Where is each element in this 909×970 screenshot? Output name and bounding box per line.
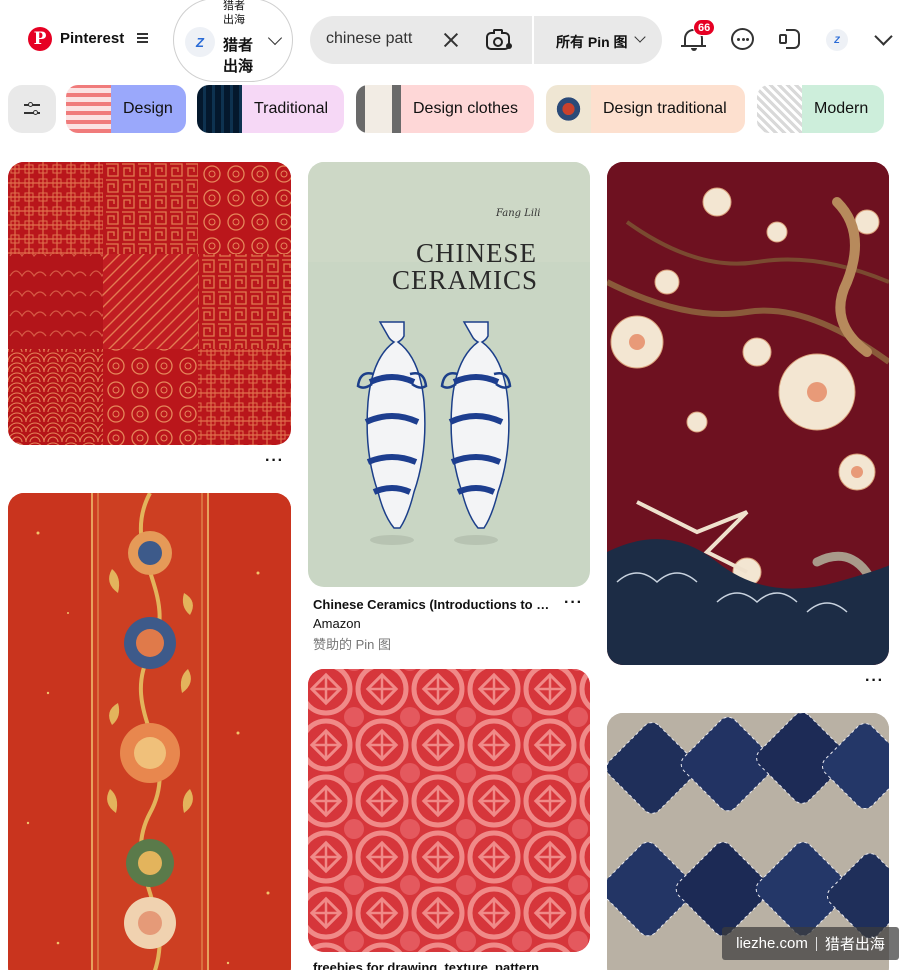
knot-pattern bbox=[308, 669, 590, 952]
account-avatar: Z bbox=[185, 27, 215, 57]
pin-image-floral-dragon[interactable] bbox=[607, 162, 889, 665]
chip-thumbnail bbox=[356, 85, 401, 133]
chip-design-clothes[interactable]: Design clothes bbox=[356, 85, 534, 133]
watermark-divider bbox=[815, 936, 817, 951]
watermark: liezhe.com 猎者出海 bbox=[722, 927, 899, 960]
profile-avatar[interactable]: Z bbox=[826, 29, 848, 51]
chevron-down-icon bbox=[267, 30, 283, 46]
pinterest-logo-icon[interactable]: P bbox=[28, 27, 52, 51]
chip-design[interactable]: Design bbox=[66, 85, 186, 133]
pin-image-red-knot-pattern[interactable] bbox=[308, 669, 590, 952]
floral-artwork bbox=[607, 162, 889, 665]
account-name-small: 猎者出海 bbox=[223, 0, 245, 26]
updates-megaphone-icon[interactable] bbox=[777, 26, 805, 54]
chip-label: Design bbox=[111, 85, 186, 133]
pin-more-options-icon[interactable]: ··· bbox=[564, 594, 583, 612]
search-bar: 所有 Pin 图 bbox=[310, 16, 662, 64]
top-nav: P Pinterest Z 猎者出海 猎者出海 所有 Pin 图 66 Z bbox=[0, 0, 909, 82]
blue-white-vases bbox=[356, 321, 512, 545]
clear-search-icon[interactable] bbox=[441, 30, 461, 50]
filter-button[interactable] bbox=[8, 85, 56, 133]
menu-icon[interactable] bbox=[137, 33, 148, 43]
notification-count-badge: 66 bbox=[693, 19, 716, 36]
search-scope-dropdown[interactable]: 所有 Pin 图 bbox=[556, 32, 628, 52]
chip-label: Design traditional bbox=[591, 85, 745, 133]
pattern-collage bbox=[8, 162, 291, 445]
floral-column-artwork bbox=[8, 493, 291, 970]
watermark-brand: 猎者出海 bbox=[824, 936, 885, 953]
pin-more-options-icon[interactable]: ··· bbox=[865, 672, 884, 690]
pin-image-red-floral-column[interactable] bbox=[8, 493, 291, 970]
camera-search-icon[interactable] bbox=[486, 29, 512, 51]
chip-thumbnail bbox=[66, 85, 111, 133]
chevron-down-icon[interactable] bbox=[634, 31, 646, 43]
pin-image-ceramics-book[interactable]: Fang Lili CHINESE CERAMICS bbox=[308, 162, 590, 587]
watermark-site: liezhe.com bbox=[736, 935, 808, 952]
messages-icon[interactable] bbox=[729, 26, 757, 54]
pin-image-red-patterns[interactable] bbox=[8, 162, 291, 445]
chip-thumbnail bbox=[546, 85, 591, 133]
promoted-label: 赞助的 Pin 图 bbox=[313, 637, 392, 652]
chip-label: Modern bbox=[802, 85, 884, 133]
pin-title[interactable]: Chinese Ceramics (Introductions to Chine… bbox=[313, 597, 558, 612]
pin-more-options-icon[interactable]: ··· bbox=[265, 452, 284, 470]
chip-label: Design clothes bbox=[401, 85, 534, 133]
chip-modern[interactable]: Modern bbox=[757, 85, 884, 133]
accounts-chevron-down-icon[interactable] bbox=[874, 27, 893, 46]
chip-thumbnail bbox=[757, 85, 802, 133]
search-input[interactable] bbox=[326, 30, 421, 48]
chip-traditional[interactable]: Traditional bbox=[197, 85, 344, 133]
search-divider bbox=[532, 16, 534, 64]
account-name: 猎者出海 bbox=[223, 37, 254, 75]
chip-thumbnail bbox=[197, 85, 242, 133]
chip-design-traditional[interactable]: Design traditional bbox=[546, 85, 745, 133]
brand-name[interactable]: Pinterest bbox=[60, 30, 124, 47]
account-switcher[interactable]: Z 猎者出海 猎者出海 bbox=[173, 0, 293, 82]
pin-title[interactable]: freebies for drawing, texture, pattern bbox=[313, 960, 558, 970]
chip-label: Traditional bbox=[242, 85, 344, 133]
pin-source[interactable]: Amazon bbox=[313, 616, 361, 631]
